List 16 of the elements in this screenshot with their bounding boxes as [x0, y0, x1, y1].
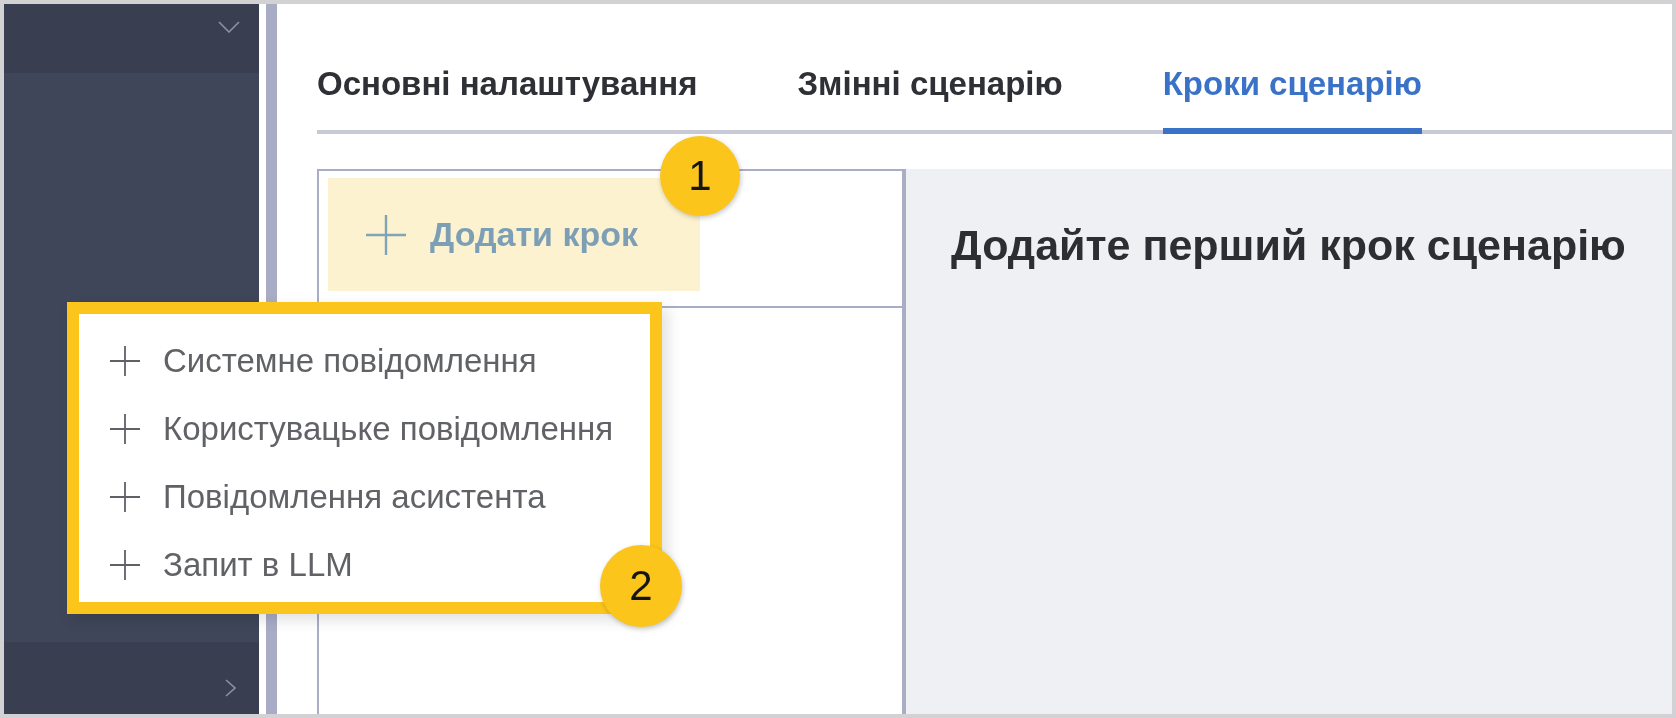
menu-item[interactable]: Користувацьке повідомлення: [110, 395, 614, 463]
plus-icon: [366, 214, 406, 255]
tab[interactable]: Основні налаштування: [317, 56, 698, 134]
plus-icon: [110, 346, 140, 376]
plus-icon: [110, 482, 140, 512]
menu-item[interactable]: Системне повідомлення: [110, 327, 537, 395]
plus-icon: [110, 414, 140, 444]
tab[interactable]: Змінні сценарію: [797, 56, 1063, 134]
tab[interactable]: Кроки сценарію: [1162, 56, 1422, 134]
chevron-right-icon[interactable]: [225, 679, 236, 697]
chevron-down-icon[interactable]: [218, 21, 240, 33]
callout-badge: 1: [660, 136, 740, 216]
plus-icon: [110, 550, 140, 580]
menu-item[interactable]: Повідомлення асистента: [110, 463, 546, 531]
menu-item[interactable]: Запит в LLM: [110, 531, 353, 599]
empty-state-heading: Додайте перший крок сценарію: [951, 220, 1626, 270]
